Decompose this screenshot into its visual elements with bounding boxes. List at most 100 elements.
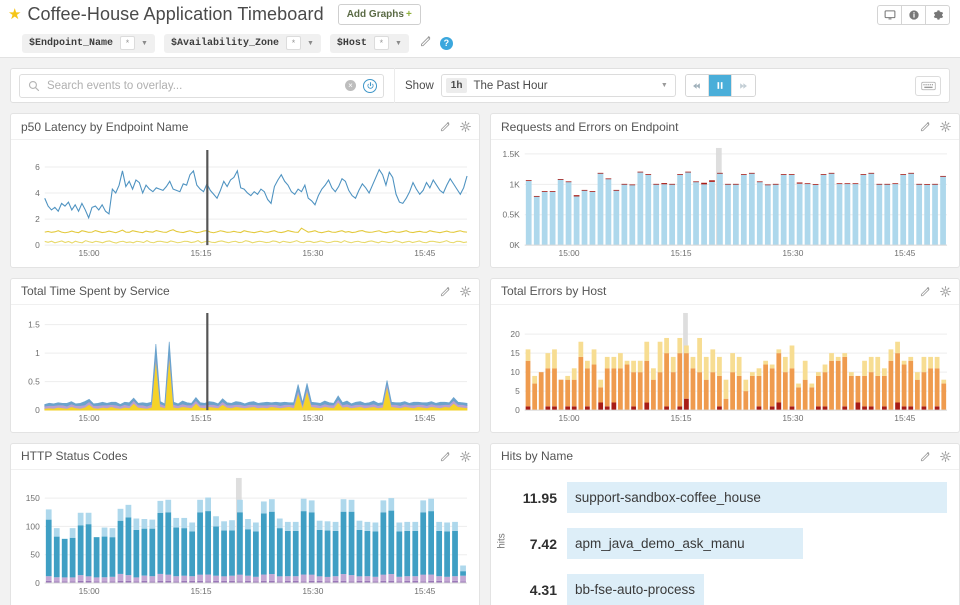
panel-requests-errors: Requests and Errors on Endpoint 0K0.5K1K… — [490, 113, 960, 268]
hits-chart-body: hits 11.95 support-sandbox-coffee_house … — [491, 470, 959, 605]
monitor-icon[interactable] — [877, 5, 902, 25]
hits-value: 4.31 — [501, 582, 557, 598]
svg-text:0.5: 0.5 — [28, 377, 40, 387]
panel-actions — [440, 121, 471, 132]
gear-icon[interactable] — [940, 121, 951, 132]
time-range-selector[interactable]: 1h The Past Hour ▼ — [441, 74, 676, 97]
template-variable-host[interactable]: $Host * ▼ — [330, 34, 409, 53]
panel-actions — [440, 451, 471, 462]
info-icon[interactable] — [901, 5, 926, 25]
chevron-down-icon[interactable]: ▼ — [661, 82, 668, 89]
pencil-icon[interactable] — [440, 286, 451, 297]
list-item[interactable]: 4.31 bb-fse-auto-process — [501, 572, 947, 605]
playback-controls — [685, 74, 756, 97]
svg-text:1.5: 1.5 — [28, 320, 40, 330]
variable-value[interactable]: * — [374, 36, 389, 50]
gear-icon[interactable] — [940, 286, 951, 297]
svg-text:15:00: 15:00 — [79, 248, 100, 258]
svg-text:1: 1 — [35, 348, 40, 358]
top-header-bar: ★ Coffee-House Application Timeboard Add… — [0, 0, 960, 29]
panel-body: 024615:0015:1515:3015:45 — [11, 140, 479, 267]
svg-text:15:15: 15:15 — [670, 413, 691, 423]
svg-text:0: 0 — [35, 405, 40, 415]
pause-button[interactable] — [709, 75, 732, 96]
variable-value[interactable]: * — [120, 36, 135, 50]
add-graphs-button[interactable]: Add Graphs+ — [338, 4, 421, 25]
svg-text:15:30: 15:30 — [302, 248, 323, 258]
svg-text:6: 6 — [35, 162, 40, 172]
svg-text:15:45: 15:45 — [414, 586, 435, 596]
chart-requests-errors[interactable]: 0K0.5K1K1.5K15:0015:1515:3015:45 — [495, 146, 951, 265]
svg-text:0: 0 — [515, 405, 520, 415]
variable-name: $Availability_Zone — [164, 38, 286, 49]
time-range-chip: 1h — [446, 78, 468, 93]
chevron-down-icon[interactable]: ▼ — [135, 40, 155, 47]
panel-actions — [440, 286, 471, 297]
list-item[interactable]: 7.42 apm_java_demo_ask_manu — [501, 526, 947, 562]
panel-header: p50 Latency by Endpoint Name — [11, 114, 479, 140]
clear-search-icon[interactable]: × — [345, 80, 356, 91]
svg-text:1K: 1K — [509, 179, 520, 189]
svg-text:15:30: 15:30 — [302, 413, 323, 423]
variable-value[interactable]: * — [286, 36, 301, 50]
keyboard-shortcuts-button[interactable] — [915, 76, 941, 96]
pencil-icon[interactable] — [920, 451, 931, 462]
template-variable-endpoint-name[interactable]: $Endpoint_Name * ▼ — [22, 34, 155, 53]
search-input[interactable] — [47, 80, 345, 92]
dashboard-grid: p50 Latency by Endpoint Name 024615:0015… — [10, 113, 950, 605]
step-forward-button[interactable] — [732, 75, 755, 96]
svg-text:1.5K: 1.5K — [502, 149, 520, 159]
search-icon — [28, 80, 40, 92]
power-icon[interactable] — [363, 79, 377, 93]
control-divider — [394, 68, 395, 103]
panel-header: Total Time Spent by Service — [11, 279, 479, 305]
svg-text:15:45: 15:45 — [414, 413, 435, 423]
hits-value: 7.42 — [501, 536, 557, 552]
edit-variables-pencil-icon[interactable] — [420, 34, 432, 52]
panel-title: p50 Latency by Endpoint Name — [21, 120, 188, 134]
svg-text:15: 15 — [510, 348, 520, 358]
panel-title: HTTP Status Codes — [21, 449, 128, 463]
gear-icon[interactable] — [460, 121, 471, 132]
panel-p50-latency: p50 Latency by Endpoint Name 024615:0015… — [10, 113, 480, 268]
gear-icon[interactable] — [925, 5, 950, 25]
panel-body: 0510152015:0015:1515:3015:45 — [491, 305, 959, 432]
svg-text:50: 50 — [30, 550, 40, 560]
chart-total-time-spent[interactable]: 00.511.515:0015:1515:3015:45 — [15, 311, 471, 430]
panel-title: Total Errors by Host — [501, 284, 606, 298]
help-icon[interactable]: ? — [440, 37, 453, 50]
svg-text:0: 0 — [35, 578, 40, 588]
pencil-icon[interactable] — [920, 286, 931, 297]
panel-header: Hits by Name — [491, 444, 959, 470]
gear-icon[interactable] — [460, 451, 471, 462]
chevron-down-icon[interactable]: ▼ — [301, 40, 321, 47]
variable-name: $Endpoint_Name — [22, 38, 120, 49]
chevron-down-icon[interactable]: ▼ — [389, 40, 409, 47]
svg-text:15:45: 15:45 — [894, 248, 915, 258]
event-search-box[interactable]: × — [19, 74, 384, 98]
pencil-icon[interactable] — [920, 121, 931, 132]
gear-icon[interactable] — [460, 286, 471, 297]
chart-p50-latency[interactable]: 024615:0015:1515:3015:45 — [15, 146, 471, 265]
gear-icon[interactable] — [940, 451, 951, 462]
svg-text:4: 4 — [35, 188, 40, 198]
panel-body: 05010015015:0015:1515:3015:45 — [11, 470, 479, 605]
show-label: Show — [405, 80, 434, 92]
pencil-icon[interactable] — [440, 121, 451, 132]
template-variable-availability-zone[interactable]: $Availability_Zone * ▼ — [164, 34, 321, 53]
panel-body: 00.511.515:0015:1515:3015:45 — [11, 305, 479, 432]
favorite-star-icon[interactable]: ★ — [8, 7, 21, 22]
hits-value: 11.95 — [501, 490, 557, 506]
list-item[interactable]: 11.95 support-sandbox-coffee_house — [501, 480, 947, 516]
chart-total-errors-host[interactable]: 0510152015:0015:1515:3015:45 — [495, 311, 951, 430]
chart-http-status-codes[interactable]: 05010015015:0015:1515:3015:45 — [15, 476, 471, 603]
svg-text:0.5K: 0.5K — [502, 210, 520, 220]
panel-title: Total Time Spent by Service — [21, 284, 170, 298]
hits-bar: bb-fse-auto-process — [567, 574, 704, 605]
step-back-button[interactable] — [686, 75, 709, 96]
svg-text:20: 20 — [510, 329, 520, 339]
pencil-icon[interactable] — [440, 451, 451, 462]
time-range-label: The Past Hour — [473, 80, 547, 92]
svg-text:15:45: 15:45 — [894, 413, 915, 423]
svg-text:100: 100 — [26, 521, 40, 531]
